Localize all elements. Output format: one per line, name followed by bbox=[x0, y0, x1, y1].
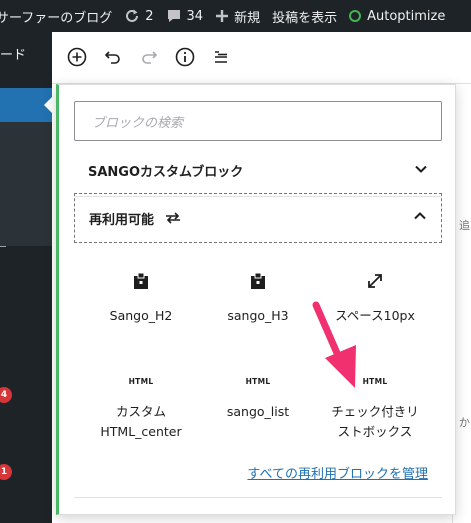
block-label: Sango_H2 bbox=[109, 308, 173, 323]
status-circle-icon bbox=[349, 10, 362, 22]
manage-reusable-blocks-link[interactable]: すべての再利用ブロックを管理 bbox=[74, 463, 428, 482]
admin-sidebar: ード 4 1 bbox=[0, 32, 52, 523]
panel-toggle-sango-custom[interactable]: SANGOカスタムブロック bbox=[74, 145, 442, 197]
info-button[interactable] bbox=[173, 45, 197, 69]
comments-count: 34 bbox=[186, 8, 204, 24]
search-placeholder: ブロックの検索 bbox=[92, 115, 184, 131]
block-item-space-10px[interactable]: スペース10px bbox=[314, 260, 436, 356]
sidebar-badge-plugins: 1 bbox=[0, 464, 12, 480]
sidebar-item-dashboard-label: ード bbox=[0, 48, 27, 63]
block-label: スペース10px bbox=[335, 308, 415, 323]
new-label: 新規 bbox=[234, 10, 261, 26]
block-search-input[interactable]: ブロックの検索 bbox=[74, 101, 442, 141]
comments-link[interactable]: 34 bbox=[160, 0, 210, 32]
new-content-link[interactable]: 新規 bbox=[209, 0, 266, 32]
sidebar-text-fragment: 追 bbox=[459, 219, 470, 232]
sidebar-item-posts-active[interactable] bbox=[0, 88, 52, 122]
chevron-up-icon bbox=[413, 209, 427, 227]
html-icon: HTML bbox=[362, 377, 388, 386]
block-inserter-popover: ブロックの検索 SANGOカスタムブロック 再利用可能 Sango_H2 san… bbox=[56, 84, 456, 515]
plus-icon bbox=[215, 9, 229, 23]
undo-button[interactable] bbox=[101, 45, 125, 69]
autoptimize-link[interactable]: Autoptimize bbox=[343, 0, 451, 32]
divider bbox=[74, 497, 442, 498]
panel-title: SANGOカスタムブロック bbox=[88, 165, 244, 180]
block-item-sango-h3[interactable]: sango_H3 bbox=[197, 260, 319, 356]
refresh-icon bbox=[124, 8, 140, 24]
site-title: サーファーのブログ bbox=[0, 10, 113, 26]
list-view-button[interactable] bbox=[209, 45, 233, 69]
block-item-sango-list[interactable]: HTML sango_list bbox=[197, 356, 319, 452]
info-icon bbox=[175, 47, 195, 67]
html-icon: HTML bbox=[245, 377, 271, 386]
block-label: sango_list bbox=[226, 404, 290, 419]
redo-icon bbox=[142, 51, 158, 64]
block-item-checklist-box[interactable]: HTML チェック付きリ ストボックス bbox=[314, 356, 436, 452]
chevron-down-icon bbox=[414, 162, 428, 180]
redo-button[interactable] bbox=[137, 45, 161, 69]
sidebar-item-dashboard[interactable]: ード bbox=[0, 44, 26, 63]
block-label: チェック付きリ ストボックス bbox=[331, 404, 419, 439]
add-block-button[interactable] bbox=[65, 45, 89, 69]
resize-icon bbox=[366, 260, 384, 290]
view-post-link[interactable]: 投稿を表示 bbox=[266, 0, 343, 32]
block-label: カスタム HTML_center bbox=[100, 404, 182, 439]
autoptimize-label: Autoptimize bbox=[367, 8, 446, 24]
panel-toggle-reusable[interactable]: 再利用可能 bbox=[74, 193, 442, 243]
panel-title: 再利用可能 bbox=[89, 212, 155, 228]
block-item-custom-html-center[interactable]: HTML カスタム HTML_center bbox=[80, 356, 202, 452]
html-icon: HTML bbox=[128, 377, 154, 386]
site-title-link[interactable]: サーファーのブログ bbox=[0, 0, 118, 32]
view-post-label: 投稿を表示 bbox=[272, 10, 338, 26]
sidebar-badge-comments: 4 bbox=[0, 387, 12, 403]
editor-toolbar bbox=[52, 32, 471, 84]
sidebar-submenu bbox=[0, 122, 52, 246]
undo-icon bbox=[104, 51, 120, 64]
updates-count: 2 bbox=[145, 8, 154, 24]
block-item-sango-h2[interactable]: Sango_H2 bbox=[80, 260, 202, 356]
sidebar-text-fragment: か bbox=[459, 416, 470, 429]
sidebar-divider bbox=[0, 246, 6, 247]
reusable-block-icon bbox=[249, 260, 267, 290]
block-label: sango_H3 bbox=[227, 308, 289, 323]
updates-link[interactable]: 2 bbox=[118, 0, 159, 32]
comment-icon bbox=[166, 8, 182, 24]
admin-bar: サーファーのブログ 2 34 新規 投稿を表示 Autoptimize bbox=[0, 0, 471, 32]
reusable-icon bbox=[164, 211, 182, 225]
reusable-block-icon bbox=[132, 260, 150, 290]
add-block-icon bbox=[67, 47, 87, 67]
list-view-icon bbox=[215, 51, 227, 63]
